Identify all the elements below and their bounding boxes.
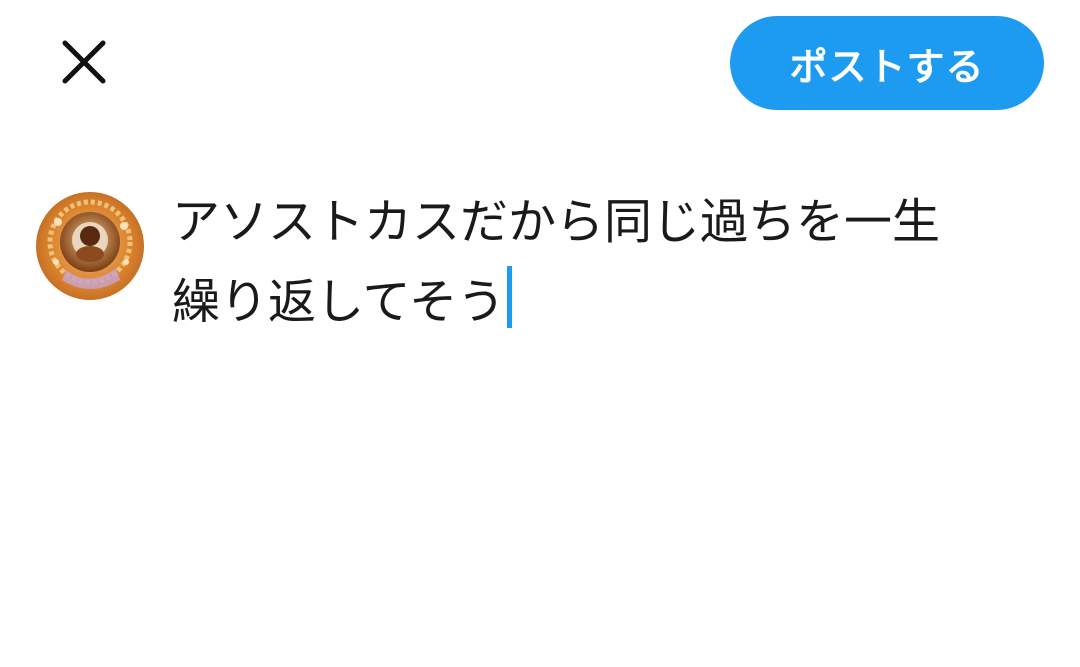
- text-cursor: [507, 266, 513, 328]
- post-button[interactable]: ポストする: [730, 16, 1044, 110]
- close-icon: [62, 40, 106, 84]
- compose-text-line-1: アソストカスだから同じ過ちを一生: [172, 194, 941, 250]
- avatar[interactable]: [36, 192, 144, 300]
- close-button[interactable]: [52, 30, 116, 94]
- tweet-compose-textarea[interactable]: アソストカスだから同じ過ちを一生 繰り返してそう: [172, 182, 1052, 342]
- compose-text-line-2: 繰り返してそう: [172, 274, 506, 330]
- avatar-image: [36, 192, 144, 300]
